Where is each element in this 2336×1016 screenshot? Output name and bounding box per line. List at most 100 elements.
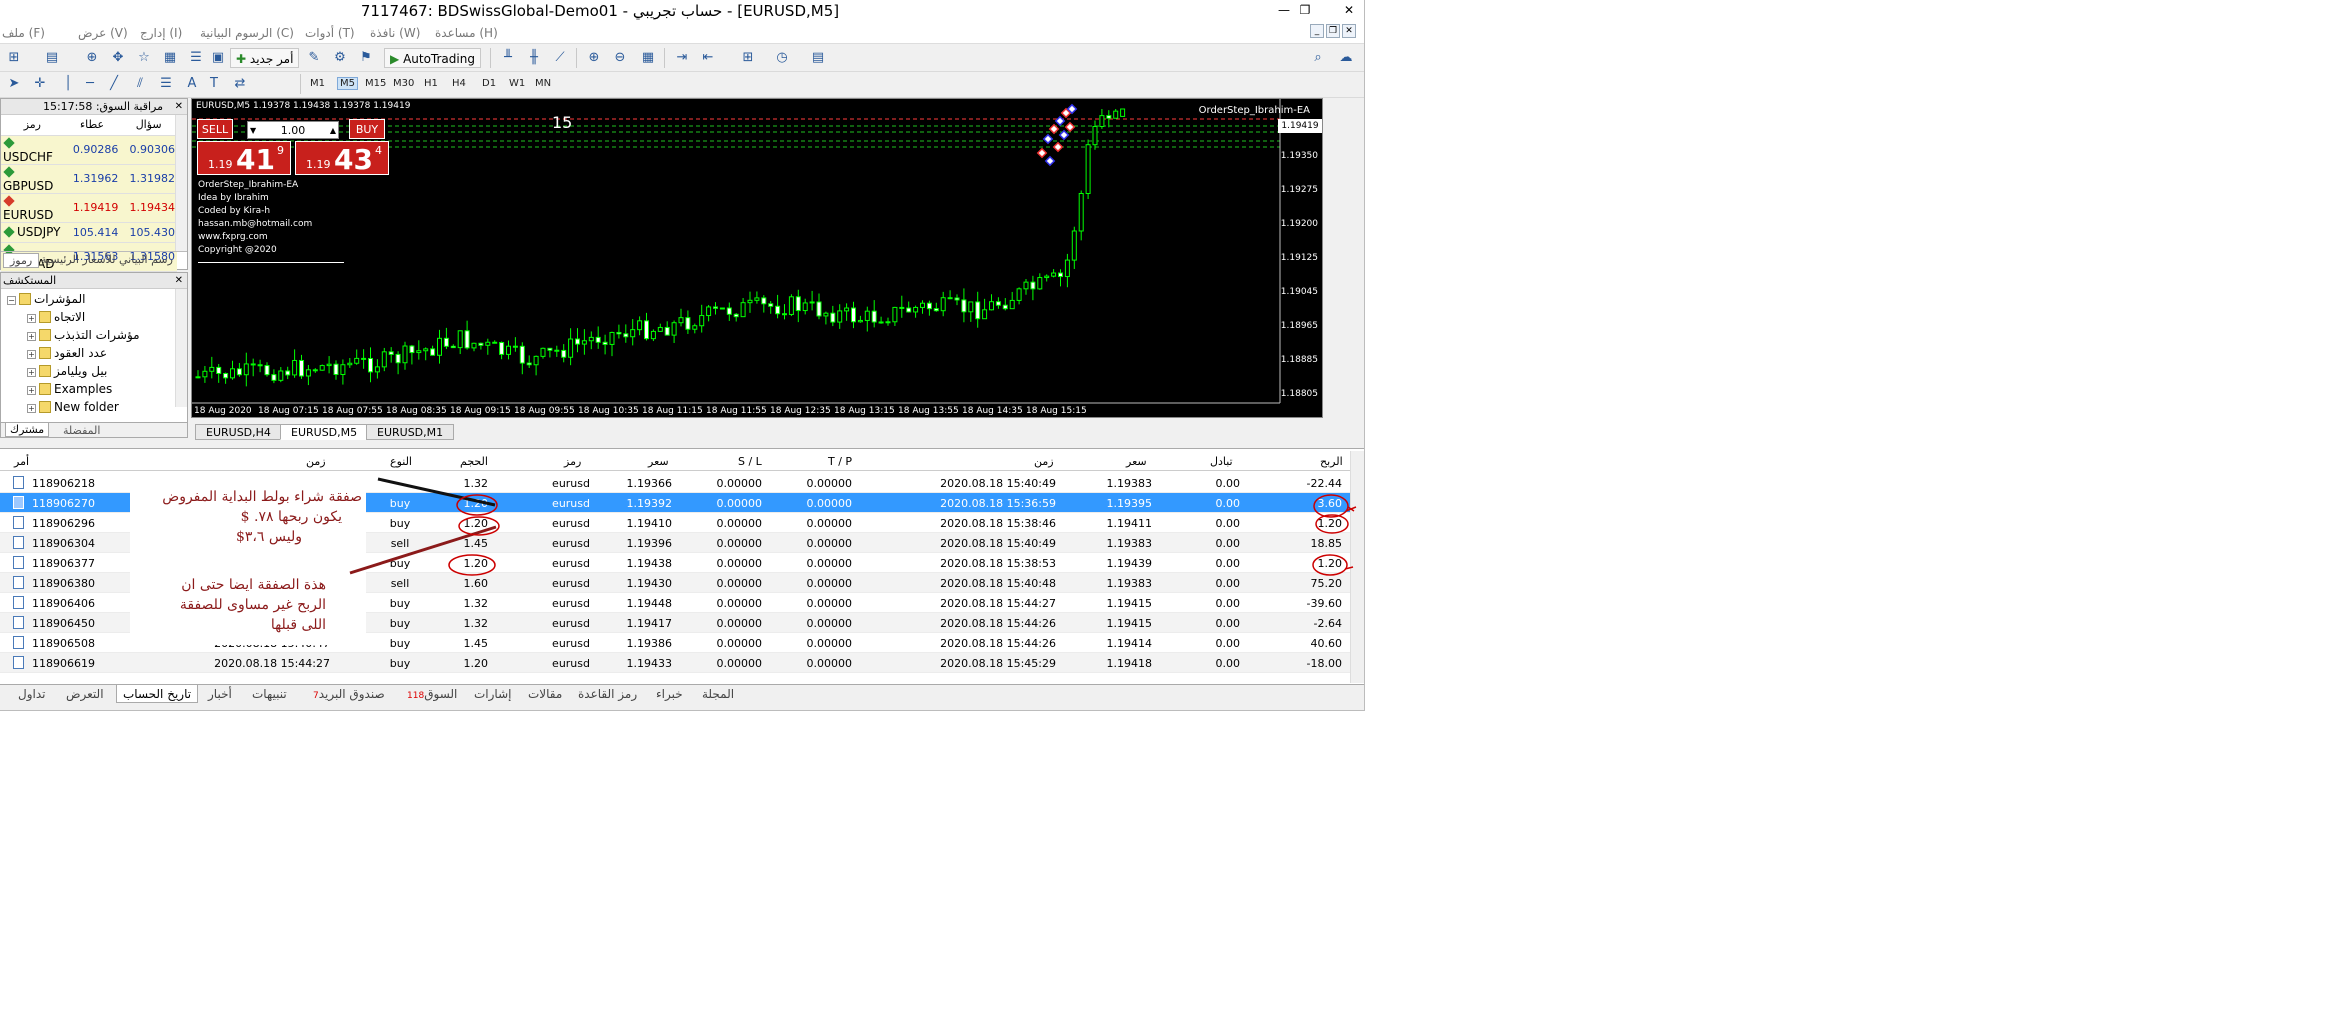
tester-icon[interactable]: ▣ (208, 48, 228, 68)
mdi-minimize-button[interactable]: _ (1310, 24, 1324, 38)
tab-common[interactable]: مشترك (5, 423, 50, 437)
menu-help[interactable]: مساعدة (H) (435, 26, 498, 40)
timeframe-m30[interactable]: M30 (393, 78, 414, 89)
horizontal-line-icon[interactable]: ─ (80, 74, 100, 94)
chat-icon[interactable]: ☁ (1336, 48, 1356, 68)
sell-button[interactable]: SELL (197, 119, 233, 139)
navigator-icon[interactable]: ▦ (160, 48, 180, 68)
expand-icon[interactable]: + (27, 314, 36, 323)
minimize-button[interactable]: — (1275, 2, 1293, 18)
options-icon[interactable]: ⚙ (330, 48, 350, 68)
menu-charts[interactable]: الرسوم البيانية (C) (200, 26, 294, 40)
indicators-icon[interactable]: ⊞ (738, 48, 758, 68)
tab-trade[interactable]: تداول (18, 687, 46, 701)
tab-market[interactable]: السوق118 (404, 687, 457, 701)
timeframe-mn[interactable]: MN (535, 78, 551, 89)
close-icon[interactable]: ✕ (175, 99, 183, 114)
mdi-close-button[interactable]: ✕ (1342, 24, 1356, 38)
chart-tab-eurusd-h4[interactable]: EURUSD,H4 (195, 424, 282, 440)
timeframe-m1[interactable]: M1 (310, 78, 325, 89)
tab-mailbox[interactable]: صندوق البريد7 (310, 687, 385, 701)
timeframe-d1[interactable]: D1 (482, 78, 496, 89)
menu-tools[interactable]: أدوات (T) (305, 26, 355, 40)
menu-view[interactable]: عرض (V) (78, 26, 128, 40)
sell-price-box[interactable]: 1.19 41 9 (197, 141, 291, 176)
metaeditor-icon[interactable]: ✎ (304, 48, 324, 68)
new-order-button[interactable]: ✚ أمر جديد (230, 48, 300, 68)
tab-news[interactable]: أخبار (208, 687, 232, 701)
menu-file[interactable]: ملف (F) (2, 26, 45, 40)
tab-tick-chart[interactable]: رسم البياني للأسعار الرئيسية (41, 253, 173, 266)
chart-tab-eurusd-m1[interactable]: EURUSD,M1 (366, 424, 455, 440)
vertical-line-icon[interactable]: │ (58, 74, 78, 94)
zoom-out-icon[interactable]: ⊖ (610, 48, 630, 68)
nav-indicators-root[interactable]: − المؤشرات (7, 290, 85, 308)
zoom-window-icon[interactable]: ⊕ (82, 48, 102, 68)
search-icon[interactable]: ⌕ (1308, 48, 1328, 68)
tab-articles[interactable]: مقالات (528, 687, 562, 701)
tab-account-history[interactable]: تاريخ الحساب (116, 685, 199, 703)
col-bid[interactable]: عطاء (63, 115, 121, 136)
templates-icon[interactable]: ▤ (808, 48, 828, 68)
expand-icon[interactable]: + (27, 350, 36, 359)
tab-exposure[interactable]: التعرض (66, 687, 104, 701)
timeframe-m5[interactable]: M5 (337, 77, 358, 90)
terminal-icon[interactable]: ☰ (186, 48, 206, 68)
lot-size-input[interactable]: ▼ 1.00 ▲ (247, 121, 339, 139)
autotrading-button[interactable]: ▶ AutoTrading (384, 48, 481, 68)
periods-icon[interactable]: ◷ (772, 48, 792, 68)
tab-experts[interactable]: خبراء (656, 687, 683, 701)
tab-signals[interactable]: إشارات (474, 687, 511, 701)
col-ask[interactable]: سؤال (120, 115, 177, 136)
symbol-row[interactable]: USDCHF 0.90286 0.90306 (1, 135, 177, 165)
bar-chart-icon[interactable]: ╨ (498, 48, 518, 68)
buy-button[interactable]: BUY (349, 119, 385, 139)
symbol-row[interactable]: EURUSD 1.19419 1.19434 (1, 193, 177, 223)
autoscroll-icon[interactable]: ⇤ (698, 48, 718, 68)
tile-windows-icon[interactable]: ▦ (638, 48, 658, 68)
tab-journal[interactable]: المجلة (702, 687, 734, 701)
timeframe-h4[interactable]: H4 (452, 78, 466, 89)
expand-icon[interactable]: + (27, 404, 36, 413)
nav-item-new-folder[interactable]: + New folder (27, 398, 119, 416)
expand-icon[interactable]: + (27, 386, 36, 395)
symbol-row[interactable]: GBPUSD 1.31962 1.31982 (1, 164, 177, 194)
expand-icon[interactable]: + (27, 368, 36, 377)
timeframe-m15[interactable]: M15 (365, 78, 386, 89)
mdi-restore-button[interactable]: ❐ (1326, 24, 1340, 38)
market-watch-icon[interactable]: ✥ (108, 48, 128, 68)
symbol-row[interactable]: USDJPY 105.414 105.430 (1, 222, 177, 243)
trendline-icon[interactable]: ╱ (104, 74, 124, 94)
nav-item-trend[interactable]: + الاتجاه (27, 308, 85, 326)
menu-insert[interactable]: إدارج (I) (140, 26, 182, 40)
expand-icon[interactable]: + (27, 332, 36, 341)
nav-item-bill-williams[interactable]: + بيل ويليامز (27, 362, 107, 380)
tab-symbols[interactable]: رموز (3, 253, 40, 268)
buy-price-box[interactable]: 1.19 43 4 (295, 141, 389, 176)
price-chart[interactable]: EURUSD,M5 1.19378 1.19438 1.19378 1.1941… (191, 98, 1323, 418)
zoom-in-icon[interactable]: ⊕ (584, 48, 604, 68)
chart-shift-icon[interactable]: ⇥ (672, 48, 692, 68)
increase-icon[interactable]: ▲ (330, 122, 336, 140)
market-watch-scrollbar[interactable] (175, 115, 187, 251)
decrease-icon[interactable]: ▼ (250, 122, 256, 140)
signals-icon[interactable]: ⚑ (356, 48, 376, 68)
menu-window[interactable]: نافذة (W) (370, 26, 420, 40)
line-chart-icon[interactable]: ⟋ (550, 48, 570, 68)
channel-icon[interactable]: ⫽ (130, 74, 150, 94)
text-label-icon[interactable]: T (204, 74, 224, 94)
tab-alerts[interactable]: تنبيهات (252, 687, 287, 701)
tab-favorites[interactable]: المفضلة (63, 424, 100, 437)
arrows-icon[interactable]: ⇄ (230, 74, 250, 94)
timeframe-h1[interactable]: H1 (424, 78, 438, 89)
timeframe-w1[interactable]: W1 (509, 78, 525, 89)
nav-item-examples[interactable]: + Examples (27, 380, 112, 398)
nav-item-volumes[interactable]: + عدد العقود (27, 344, 107, 362)
data-window-icon[interactable]: ☆ (134, 48, 154, 68)
collapse-icon[interactable]: − (7, 296, 16, 305)
cursor-icon[interactable]: ➤ (4, 74, 24, 94)
navigator-scrollbar[interactable] (175, 289, 187, 407)
crosshair-icon[interactable]: ✛ (30, 74, 50, 94)
new-chart-icon[interactable]: ⊞ (4, 48, 24, 68)
maximize-button[interactable]: ❐ (1296, 2, 1314, 18)
